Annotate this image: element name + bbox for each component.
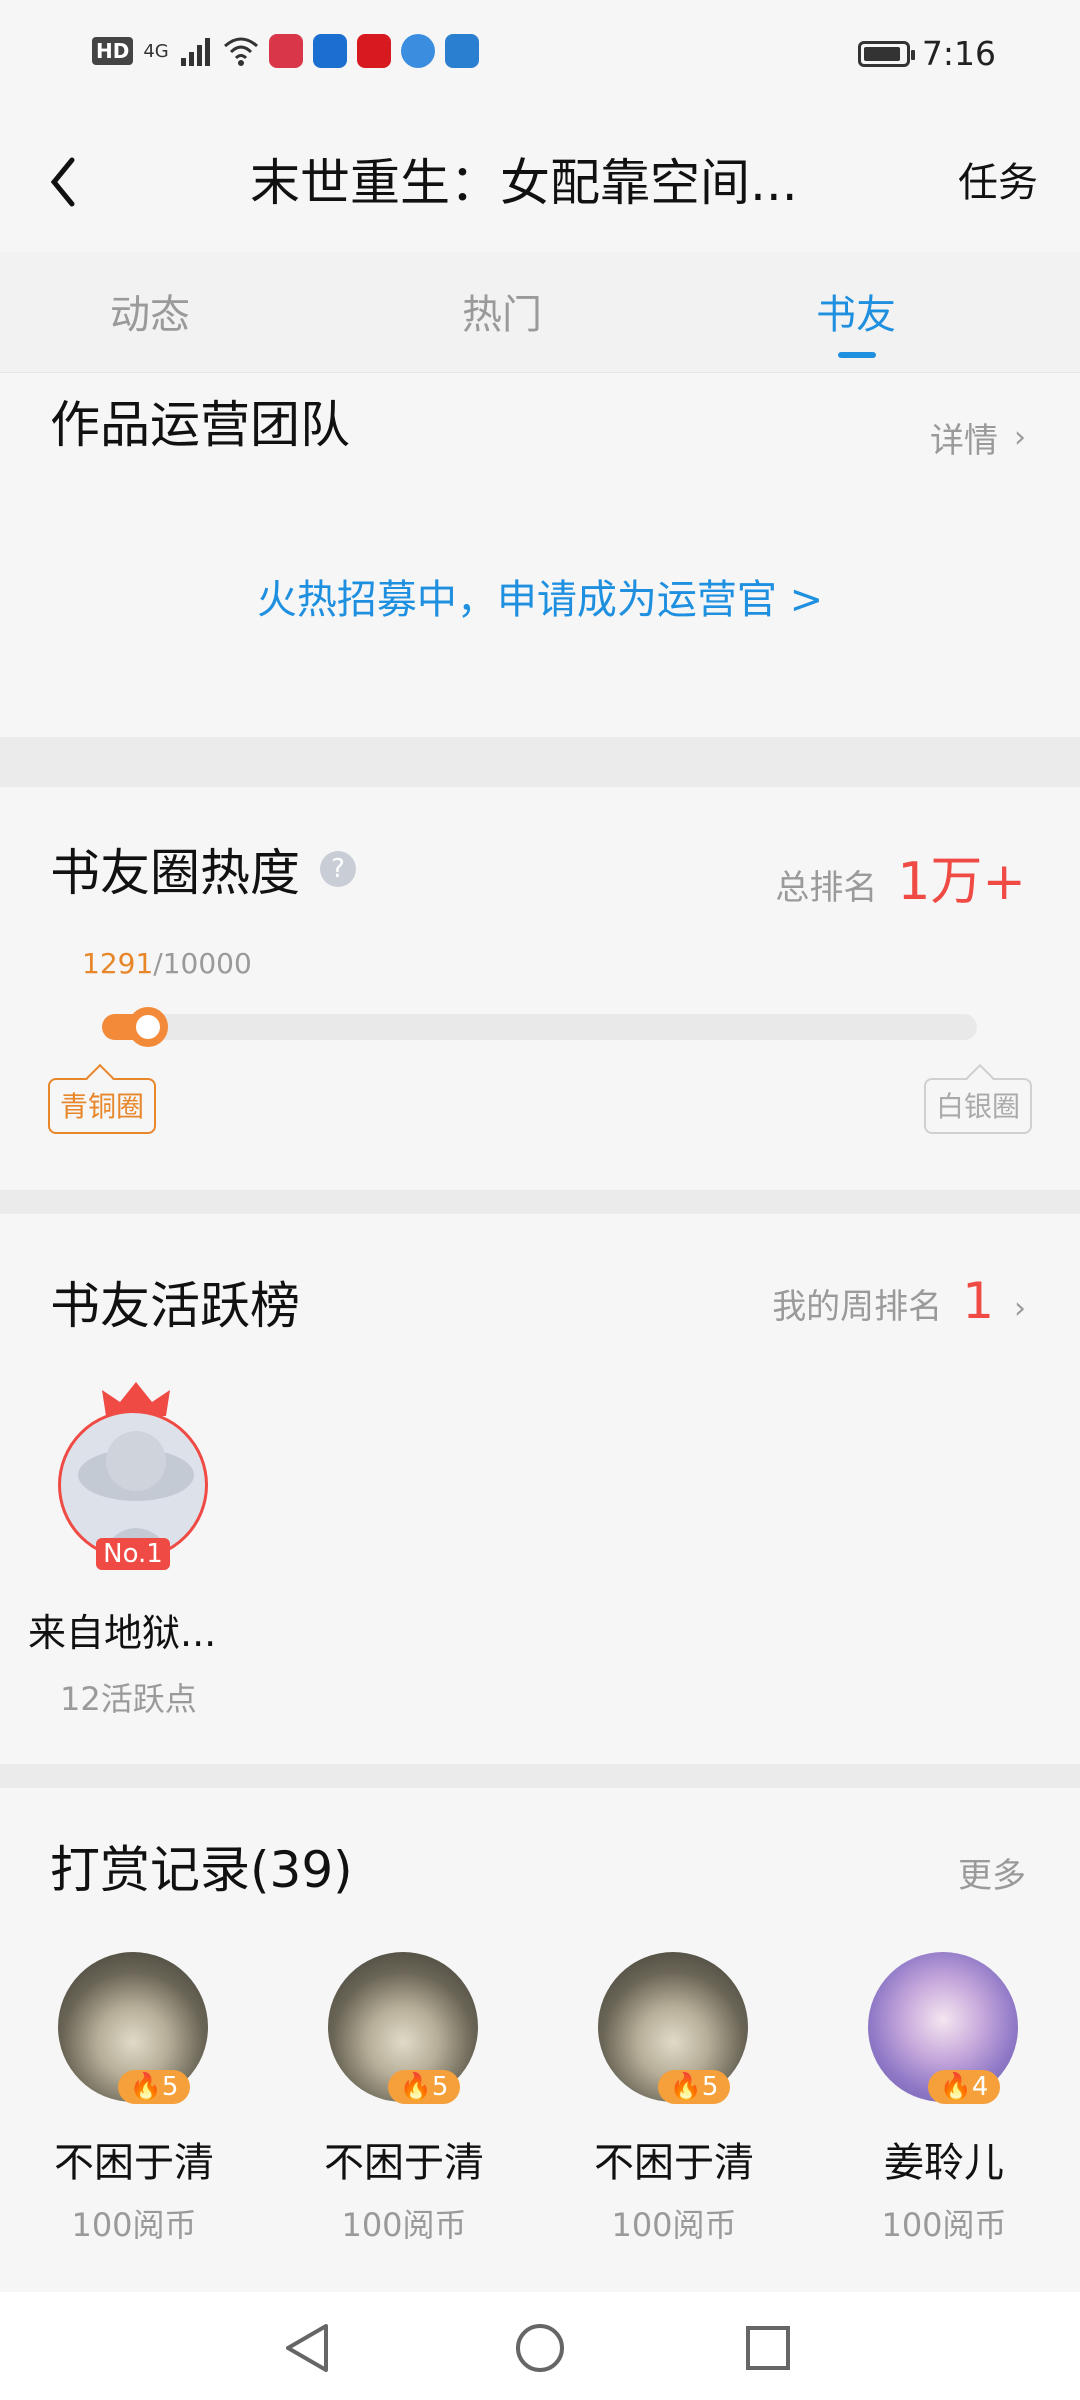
reward-user-name: 不困于清 — [594, 2140, 754, 2186]
heat-progress-track — [102, 1014, 977, 1040]
level-value: 4 — [971, 2072, 989, 2102]
task-button[interactable]: 任务 — [958, 150, 1038, 216]
square-recent-icon[interactable] — [744, 2324, 792, 2372]
rank-badge: No.1 — [96, 1538, 170, 1570]
recruit-link[interactable]: 火热招募中，申请成为运营官 > — [0, 567, 1080, 625]
ops-team-section: 作品运营团队 详情 › 火热招募中，申请成为运营官 > — [0, 373, 1080, 737]
level-badge: 🔥5 — [118, 2070, 190, 2104]
my-week-rank-label: 我的周排名 — [772, 1287, 943, 1327]
total-rank-label: 总排名 — [775, 868, 878, 908]
flame-icon: 🔥 — [939, 2072, 972, 2102]
heat-heading: 书友圈热度 — [50, 844, 300, 902]
heat-current: 1291 — [82, 947, 154, 980]
ops-detail-label: 详情 — [930, 421, 998, 461]
rewards-section: 打赏记录(39) 更多 🔥5 不困于清 100阅币 🔥5 不困于清 100阅币 … — [0, 1788, 1080, 2292]
top-user-avatar[interactable]: No.1 — [56, 1380, 216, 1570]
section-divider — [0, 737, 1080, 787]
status-right: 7:16 — [857, 34, 996, 73]
reward-user-name: 姜聆儿 — [884, 2140, 1004, 2186]
rewards-heading: 打赏记录(39) — [50, 1841, 353, 1899]
top-user-name: 来自地狱... — [28, 1611, 217, 1655]
level-badge: 🔥4 — [928, 2070, 1000, 2104]
cloud-app-icon — [444, 34, 479, 68]
level-value: 5 — [431, 2072, 449, 2102]
reader-app-icon — [268, 34, 303, 68]
level-value: 5 — [701, 2072, 719, 2102]
reward-amount: 100阅币 — [611, 2206, 737, 2244]
ops-detail-link[interactable]: 详情 › — [930, 413, 1026, 462]
active-board-section: 书友活跃榜 我的周排名 1 › No.1 来自地狱... 12活跃点 — [0, 1214, 1080, 1764]
reward-amount: 100阅币 — [71, 2206, 197, 2244]
heat-progress-text: 1291/10000 — [82, 947, 252, 980]
tab-indicator — [838, 352, 876, 358]
chevron-right-icon: › — [1014, 1291, 1026, 1326]
signal-icon — [180, 38, 210, 66]
heat-total: /10000 — [153, 947, 252, 980]
reward-amount: 100阅币 — [341, 2206, 467, 2244]
my-week-rank-value: 1 — [962, 1272, 994, 1330]
flame-icon: 🔥 — [129, 2072, 162, 2102]
level-badge: 🔥5 — [388, 2070, 460, 2104]
heat-progress-knob — [128, 1007, 168, 1047]
ops-team-heading: 作品运营团队 — [50, 396, 350, 454]
network-badge: 4G — [143, 40, 169, 62]
wifi-icon — [223, 37, 258, 66]
status-icons: HD 4G — [92, 34, 479, 68]
chevron-left-icon — [50, 157, 75, 207]
globe-app-icon — [400, 34, 435, 68]
page-title: 末世重生：女配靠空间... — [250, 154, 798, 212]
heat-section: 书友圈热度 ? 总排名 1万+ 1291/10000 — [0, 787, 1080, 1190]
rewards-more-link[interactable]: 更多 — [958, 1848, 1026, 1897]
battery-icon — [857, 40, 915, 67]
chevron-right-icon: › — [1014, 420, 1026, 455]
tab-bar: 动态 热门 书友 — [0, 252, 1080, 373]
tier-next-tag: 白银圈 — [923, 1078, 1032, 1134]
system-nav-bar — [0, 2292, 1080, 2400]
back-button[interactable] — [44, 140, 84, 232]
total-rank: 总排名 1万+ — [775, 839, 1026, 914]
total-rank-value: 1万+ — [897, 852, 1026, 912]
circle-home-icon[interactable] — [514, 2322, 566, 2374]
flame-icon: 🔥 — [399, 2072, 432, 2102]
section-divider — [0, 1764, 1080, 1788]
help-icon[interactable]: ? — [320, 851, 356, 887]
tab-hot[interactable]: 热门 — [462, 282, 542, 340]
level-value: 5 — [161, 2072, 179, 2102]
level-badge: 🔥5 — [658, 2070, 730, 2104]
heat-heading-row: 书友圈热度 ? — [50, 833, 356, 905]
flame-icon: 🔥 — [669, 2072, 702, 2102]
reward-user-name: 不困于清 — [324, 2140, 484, 2186]
top-user-points: 12活跃点 — [60, 1680, 197, 1718]
reward-user-name: 不困于清 — [54, 2140, 214, 2186]
active-board-heading: 书友活跃榜 — [50, 1277, 300, 1335]
my-week-rank[interactable]: 我的周排名 1 › — [772, 1272, 1026, 1330]
triangle-back-icon[interactable] — [282, 2322, 332, 2374]
clock: 7:16 — [921, 34, 996, 73]
tab-book-friends[interactable]: 书友 — [816, 282, 896, 340]
hd-badge: HD — [92, 37, 134, 65]
reward-amount: 100阅币 — [881, 2206, 1007, 2244]
heart-app-icon — [356, 34, 391, 68]
status-bar: HD 4G 7:16 — [0, 0, 1080, 110]
tab-dynamics[interactable]: 动态 — [110, 282, 190, 340]
bulb-app-icon — [312, 34, 347, 68]
tier-current-tag: 青铜圈 — [48, 1078, 157, 1134]
section-divider — [0, 1190, 1080, 1214]
